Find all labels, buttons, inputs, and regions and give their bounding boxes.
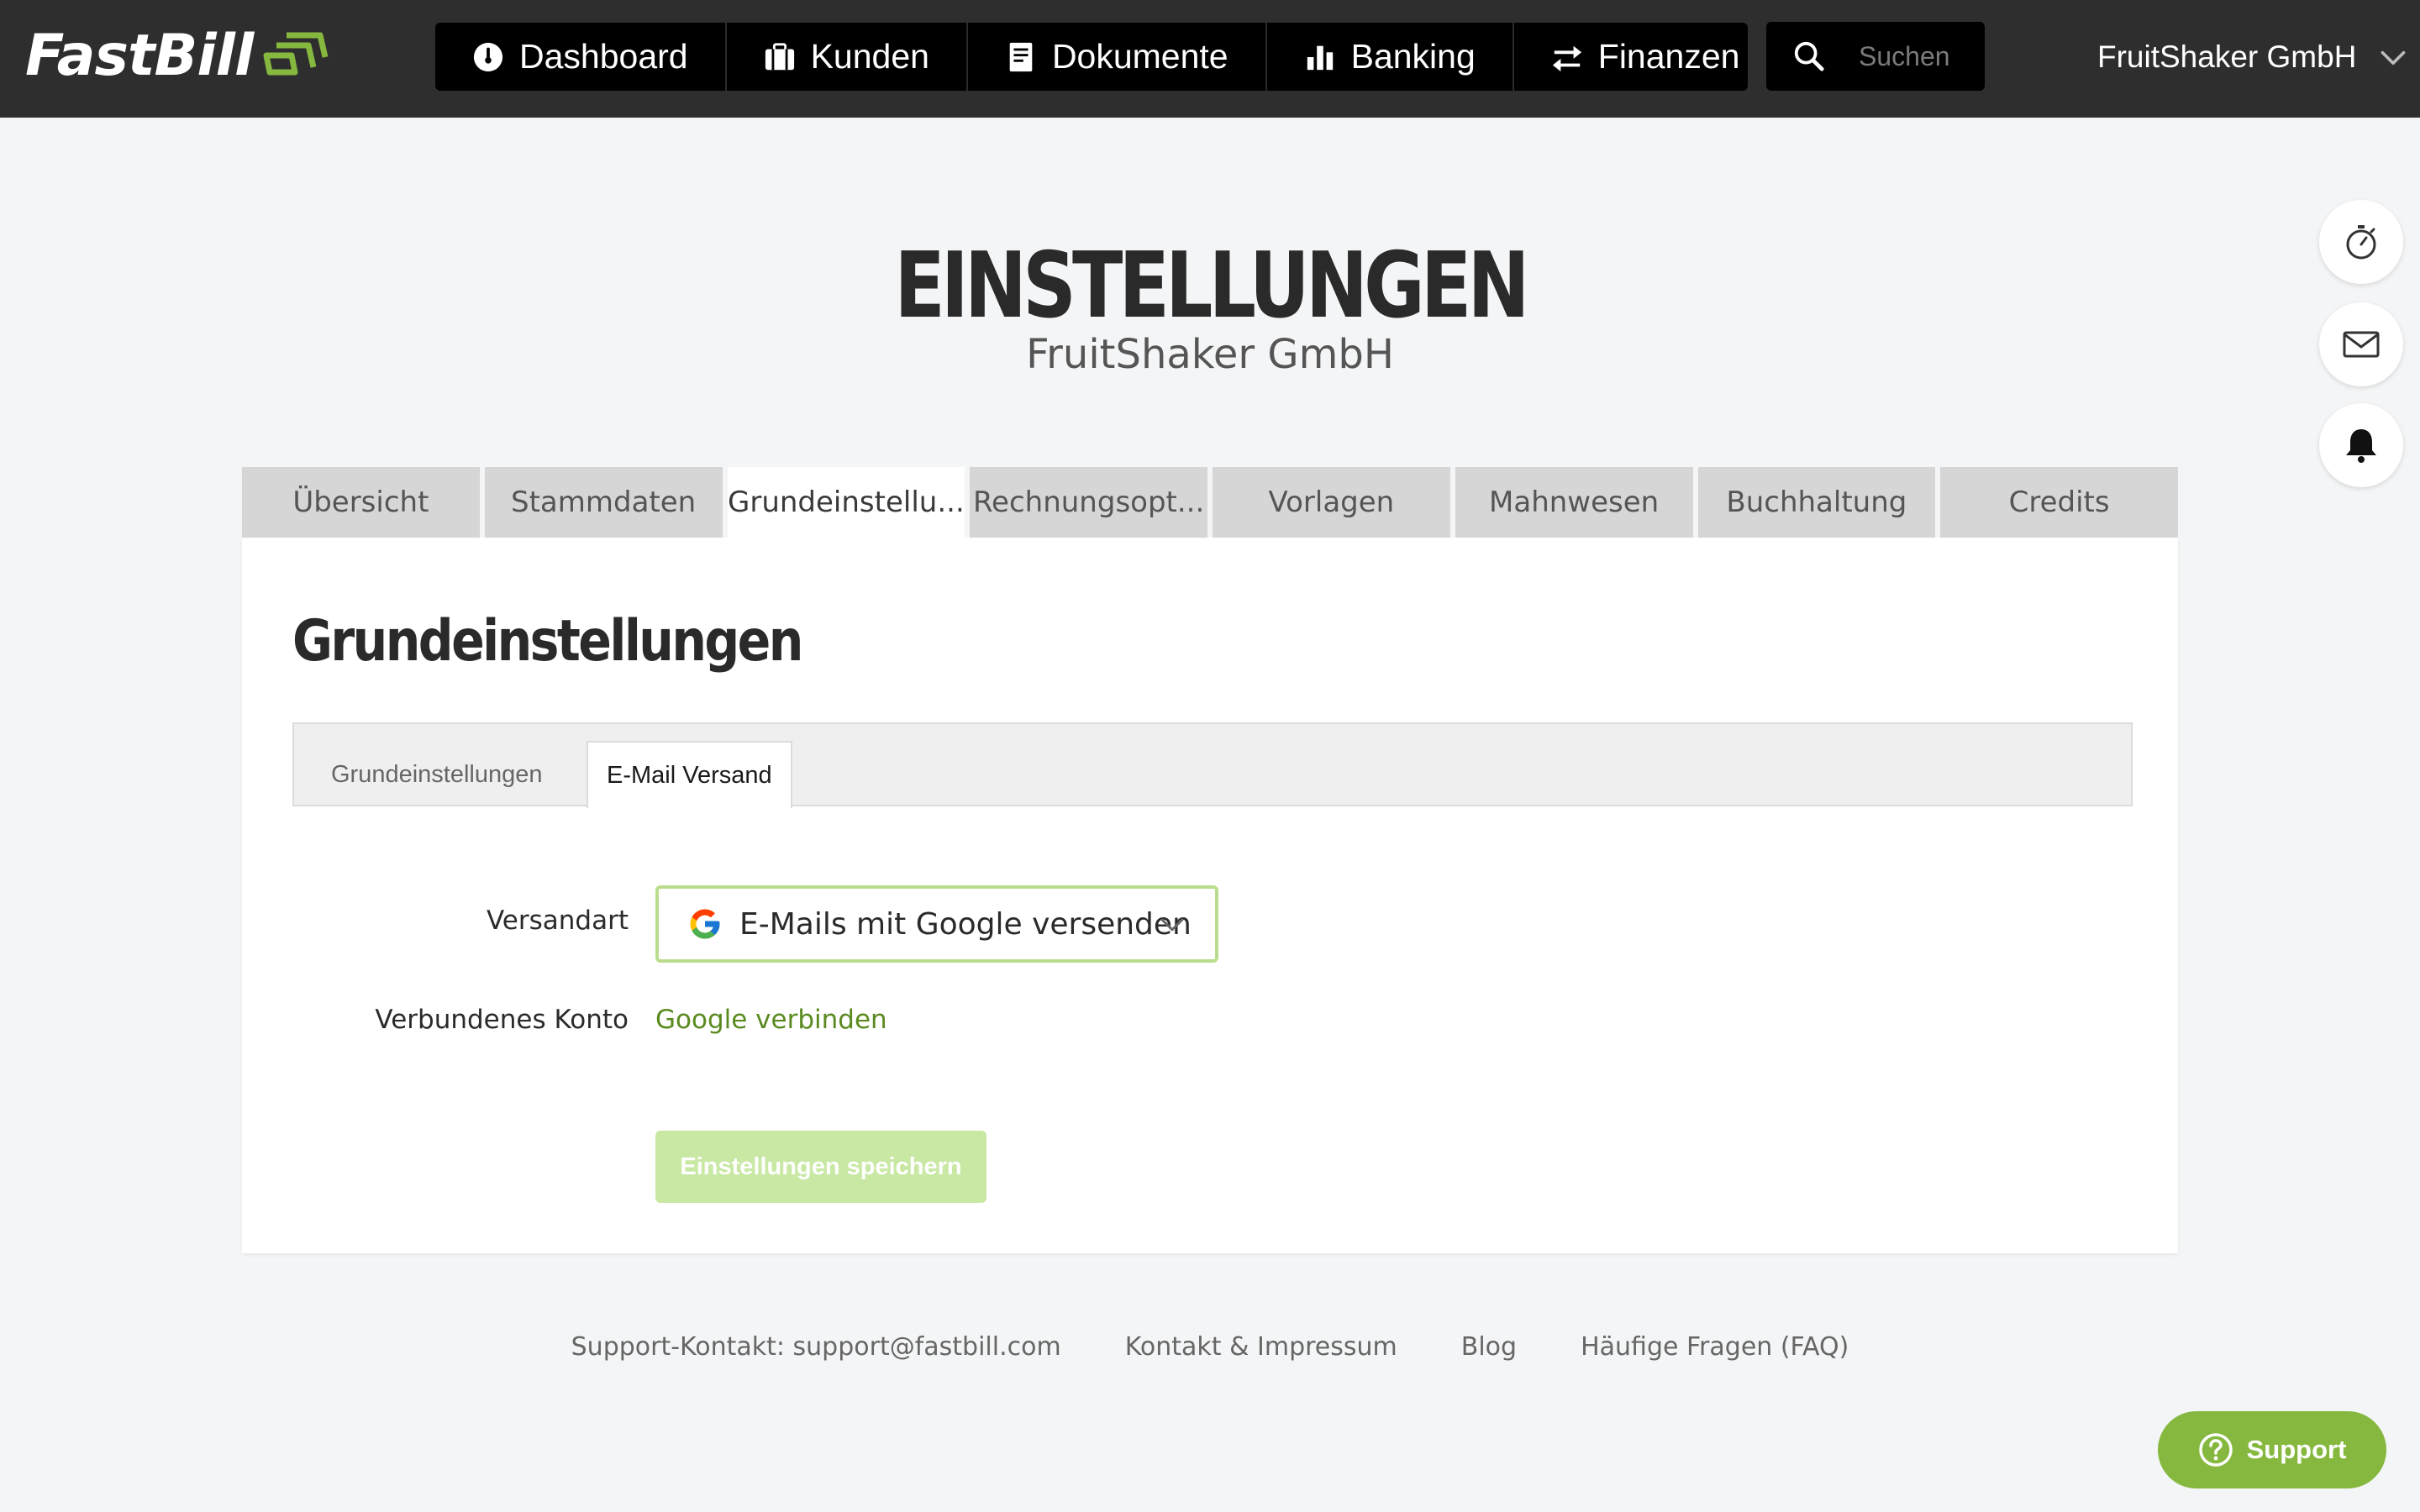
subtab-bar: Grundeinstellungen E-Mail Versand [292,722,2133,808]
footer-faq-link[interactable]: Häufige Fragen (FAQ) [1581,1332,1849,1362]
nav-label: Finanzen [1597,37,1740,76]
google-icon [690,909,720,939]
footer-support-link[interactable]: Support-Kontakt: support@fastbill.com [571,1332,1061,1362]
footer: Support-Kontakt: support@fastbill.com Ko… [0,1332,2420,1362]
versandart-label: Versandart [487,906,629,936]
support-label: Support [2246,1435,2347,1464]
tab-rechnungsoptionen[interactable]: Rechnungsopt... [970,467,1207,538]
help-circle-icon [2198,1433,2233,1467]
transfer-arrows-icon [1552,45,1581,71]
tab-stammdaten[interactable]: Stammdaten [484,467,723,538]
footer-blog-link[interactable]: Blog [1461,1332,1517,1362]
versandart-select[interactable]: E-Mails mit Google versenden [655,885,1218,963]
support-button[interactable]: Support [2158,1411,2386,1488]
account-menu[interactable]: FruitShaker GmbH [2097,34,2408,81]
nav-label: Kunden [810,37,929,76]
nav-label: Dashboard [519,37,688,76]
bar-chart-icon [1307,45,1333,70]
page-title: EINSTELLUNGEN [894,234,1529,339]
briefcase-icon [765,42,794,70]
speedometer-icon [473,42,503,71]
timer-button[interactable] [2319,200,2403,284]
logo-mark-icon [263,32,329,76]
account-name: FruitShaker GmbH [2097,39,2357,74]
nav-label: Banking [1350,37,1476,76]
save-settings-button[interactable]: Einstellungen speichern [655,1131,986,1203]
nav-label: Dokumente [1051,37,1228,76]
tab-mahnwesen[interactable]: Mahnwesen [1455,467,1693,538]
tab-buchhaltung[interactable]: Buchhaltung [1697,467,1936,538]
verbundenes-konto-label: Verbundenes Konto [375,1005,629,1035]
notifications-button[interactable] [2319,403,2403,487]
tab-grundeinstellungen[interactable]: Grundeinstellu... [727,467,965,538]
nav-finanzen[interactable]: Finanzen [1514,23,1777,91]
main-nav: Dashboard Kunden Dokumente Banking Finan… [435,23,1748,91]
chevron-down-icon [1160,918,1184,932]
settings-tabs: Übersicht Stammdaten Grundeinstellu... R… [242,467,2178,538]
nav-kunden[interactable]: Kunden [727,23,968,91]
tab-vorlagen[interactable]: Vorlagen [1213,467,1450,538]
top-bar: FastBill Dashboard Kunden Dokumente Bank… [0,0,2420,118]
bell-icon [2346,429,2376,463]
footer-impressum-link[interactable]: Kontakt & Impressum [1125,1332,1397,1362]
nav-dokumente[interactable]: Dokumente [968,23,1267,91]
card-title: Grundeinstellungen [292,608,803,675]
search-input[interactable] [1859,40,1976,72]
tab-uebersicht[interactable]: Übersicht [242,467,480,538]
settings-card: Grundeinstellungen Grundeinstellungen E-… [242,538,2178,1253]
document-icon [1009,42,1033,71]
google-verbinden-link[interactable]: Google verbinden [655,1005,887,1035]
subtab-email-versand[interactable]: E-Mail Versand [587,741,792,808]
tab-credits[interactable]: Credits [1940,467,2178,538]
versandart-value: E-Mails mit Google versenden [739,906,1192,942]
stopwatch-icon [2346,225,2376,260]
nav-dashboard[interactable]: Dashboard [435,23,727,91]
search-icon[interactable] [1793,40,1825,72]
nav-banking[interactable]: Banking [1267,23,1514,91]
subtab-grundeinstellungen[interactable]: Grundeinstellungen [313,741,561,808]
fastbill-logo[interactable]: FastBill [25,22,329,89]
logo-text: FastBill [25,22,254,89]
search-box [1766,22,1985,91]
chevron-down-icon [2381,50,2406,65]
page-subtitle: FruitShaker GmbH [1026,331,1394,378]
